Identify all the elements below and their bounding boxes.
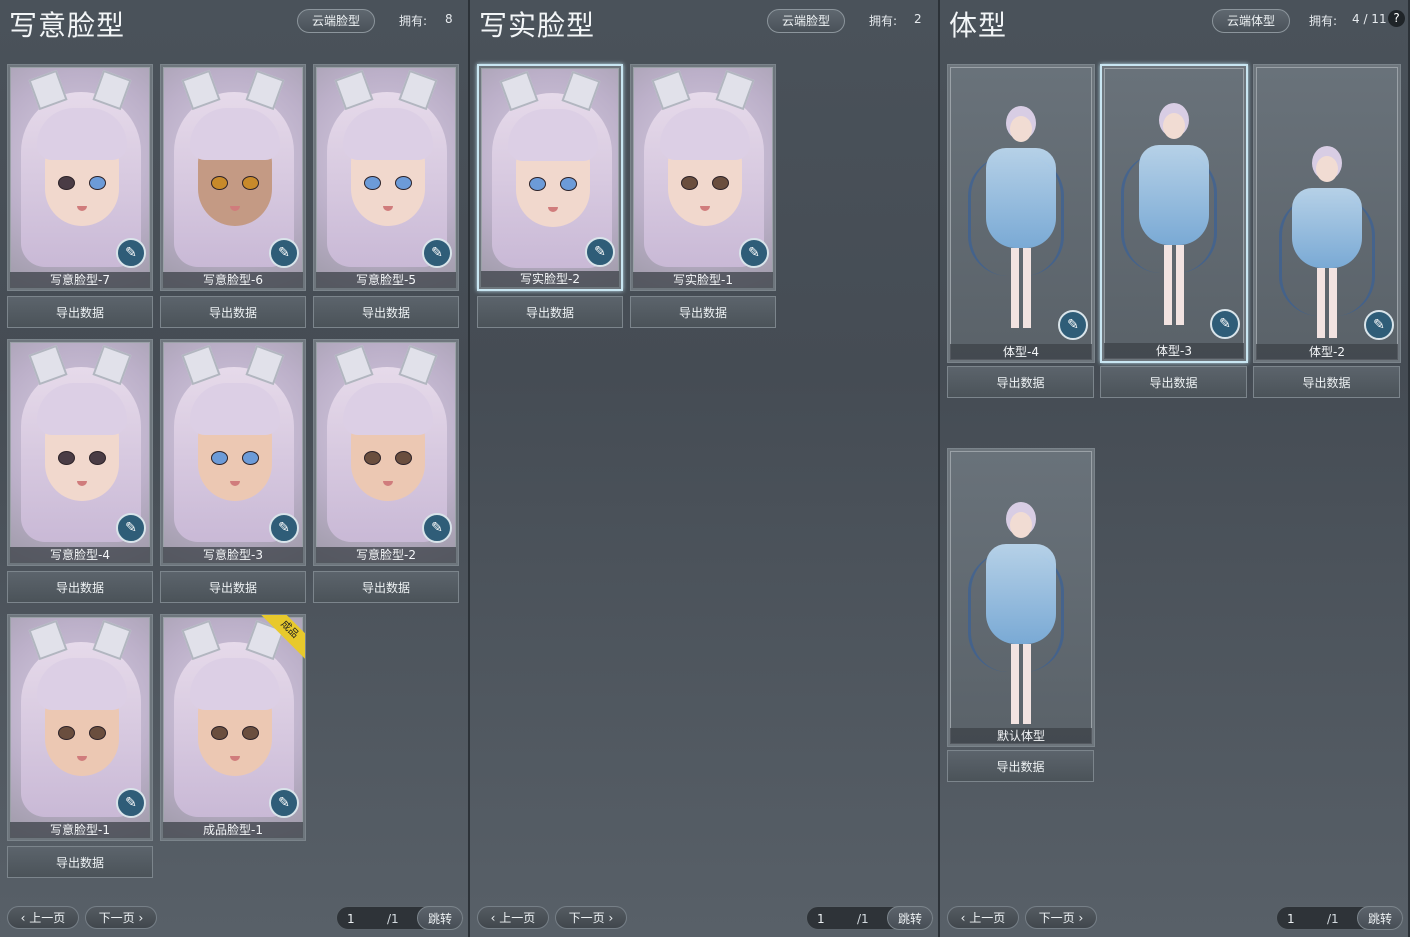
chevron-left-icon: ‹ — [960, 911, 970, 925]
brush-icon[interactable]: ✎ — [116, 513, 146, 543]
brush-icon[interactable]: ✎ — [269, 788, 299, 818]
export-data-button[interactable]: 导出数据 — [160, 571, 306, 603]
next-page-button[interactable]: 下一页 › — [555, 906, 627, 929]
owned-label: 拥有: — [1309, 14, 1338, 28]
card-name: 写意脸型-2 — [316, 547, 456, 563]
page-jump: 1 /1 跳转 — [1276, 906, 1404, 930]
export-data-button[interactable]: 导出数据 — [947, 366, 1094, 398]
brush-icon[interactable]: ✎ — [269, 513, 299, 543]
cloud-face-button[interactable]: 云端脸型 — [767, 9, 846, 33]
page-jump: 1 /1 跳转 — [336, 906, 464, 930]
owned-count: 2 — [914, 12, 922, 26]
owned-count: 8 — [445, 12, 453, 26]
panel-title: 写意脸型 — [9, 9, 126, 42]
brush-icon[interactable]: ✎ — [1364, 310, 1394, 340]
chevron-right-icon: › — [1074, 911, 1084, 925]
export-data-button[interactable]: 导出数据 — [1100, 366, 1247, 398]
jump-button[interactable]: 跳转 — [887, 906, 933, 930]
export-data-button[interactable]: 导出数据 — [160, 296, 306, 328]
card-name: 写意脸型-5 — [316, 272, 456, 288]
prev-page-button[interactable]: ‹ 上一页 — [477, 906, 549, 929]
chevron-left-icon: ‹ — [20, 911, 30, 925]
brush-icon[interactable]: ✎ — [116, 788, 146, 818]
face-card[interactable]: 成品 ✎ 成品脸型-1 — [160, 614, 306, 841]
export-data-button[interactable]: 导出数据 — [1253, 366, 1400, 398]
card-name: 默认体型 — [950, 728, 1092, 744]
brush-icon[interactable]: ✎ — [585, 237, 615, 267]
brush-icon[interactable]: ✎ — [1210, 309, 1240, 339]
page-total: /1 — [1327, 912, 1339, 926]
cloud-body-button[interactable]: 云端体型 — [1212, 9, 1291, 33]
page-input[interactable]: 1 — [817, 912, 847, 926]
face-card[interactable]: ✎ 写意脸型-2 — [313, 339, 459, 566]
face-card[interactable]: ✎ 写实脸型-1 — [630, 64, 776, 291]
next-page-button[interactable]: 下一页 › — [1025, 906, 1097, 929]
page-jump: 1 /1 跳转 — [806, 906, 934, 930]
panel-title: 写实脸型 — [479, 9, 596, 42]
chevron-right-icon: › — [134, 911, 144, 925]
next-page-button[interactable]: 下一页 › — [85, 906, 157, 929]
page-total: /1 — [387, 912, 399, 926]
body-card[interactable]: ✎ 体型-2 — [1253, 64, 1401, 363]
realistic-face-panel: 写实脸型 云端脸型 拥有: 2 ✎ 写实脸型-2 导出数据 ✎ 写实脸型-1 导… — [470, 0, 940, 937]
face-card[interactable]: ✎ 写意脸型-6 — [160, 64, 306, 291]
brush-icon[interactable]: ✎ — [269, 238, 299, 268]
export-data-button[interactable]: 导出数据 — [7, 296, 153, 328]
body-card[interactable]: ✎ 体型-3 — [1100, 64, 1248, 363]
card-name: 写意脸型-6 — [163, 272, 303, 288]
owned-count: 4 / 11 — [1352, 12, 1387, 26]
cloud-face-button[interactable]: 云端脸型 — [297, 9, 376, 33]
card-name: 写意脸型-1 — [10, 822, 150, 838]
page-input[interactable]: 1 — [1287, 912, 1317, 926]
body-card[interactable]: 默认体型 — [947, 448, 1095, 747]
brush-icon[interactable]: ✎ — [422, 513, 452, 543]
card-name: 写实脸型-1 — [633, 272, 773, 288]
face-card[interactable]: ✎ 写意脸型-4 — [7, 339, 153, 566]
prev-page-button[interactable]: ‹ 上一页 — [7, 906, 79, 929]
jump-button[interactable]: 跳转 — [417, 906, 463, 930]
card-name: 写意脸型-7 — [10, 272, 150, 288]
export-data-button[interactable]: 导出数据 — [313, 571, 459, 603]
brush-icon[interactable]: ✎ — [116, 238, 146, 268]
freehand-face-panel: 写意脸型 云端脸型 拥有: 8 ✎ 写意脸型-7 导出数据 ✎ 写意脸型-6 导… — [0, 0, 470, 937]
face-card[interactable]: ✎ 写意脸型-1 — [7, 614, 153, 841]
chevron-left-icon: ‹ — [490, 911, 500, 925]
export-data-button[interactable]: 导出数据 — [7, 846, 153, 878]
brush-icon[interactable]: ✎ — [739, 238, 769, 268]
panel-title: 体型 — [949, 9, 1008, 42]
export-data-button[interactable]: 导出数据 — [477, 296, 623, 328]
card-name: 写意脸型-3 — [163, 547, 303, 563]
card-name: 写意脸型-4 — [10, 547, 150, 563]
brush-icon[interactable]: ✎ — [1058, 310, 1088, 340]
body-card[interactable]: ✎ 体型-4 — [947, 64, 1095, 363]
export-data-button[interactable]: 导出数据 — [947, 750, 1094, 782]
face-card[interactable]: ✎ 写实脸型-2 — [477, 64, 623, 291]
owned-label: 拥有: — [399, 14, 428, 28]
brush-icon[interactable]: ✎ — [422, 238, 452, 268]
face-card[interactable]: ✎ 写意脸型-3 — [160, 339, 306, 566]
owned-label: 拥有: — [869, 14, 898, 28]
export-data-button[interactable]: 导出数据 — [313, 296, 459, 328]
page-input[interactable]: 1 — [347, 912, 377, 926]
body-thumbnail — [950, 451, 1092, 744]
export-data-button[interactable]: 导出数据 — [7, 571, 153, 603]
face-card[interactable]: ✎ 写意脸型-5 — [313, 64, 459, 291]
card-name: 成品脸型-1 — [163, 822, 303, 838]
chevron-right-icon: › — [604, 911, 614, 925]
question-icon[interactable]: ? — [1388, 10, 1405, 27]
body-type-panel: 体型 云端体型 拥有: 4 / 11 ? ✎ 体型-4 导出数据 ✎ 体型-3 … — [940, 0, 1410, 937]
prev-page-button[interactable]: ‹ 上一页 — [947, 906, 1019, 929]
jump-button[interactable]: 跳转 — [1357, 906, 1403, 930]
card-name: 体型-3 — [1104, 343, 1244, 359]
face-card[interactable]: ✎ 写意脸型-7 — [7, 64, 153, 291]
export-data-button[interactable]: 导出数据 — [630, 296, 776, 328]
card-name: 体型-4 — [950, 344, 1092, 360]
card-name: 体型-2 — [1256, 344, 1398, 360]
page-total: /1 — [857, 912, 869, 926]
card-name: 写实脸型-2 — [481, 271, 619, 287]
